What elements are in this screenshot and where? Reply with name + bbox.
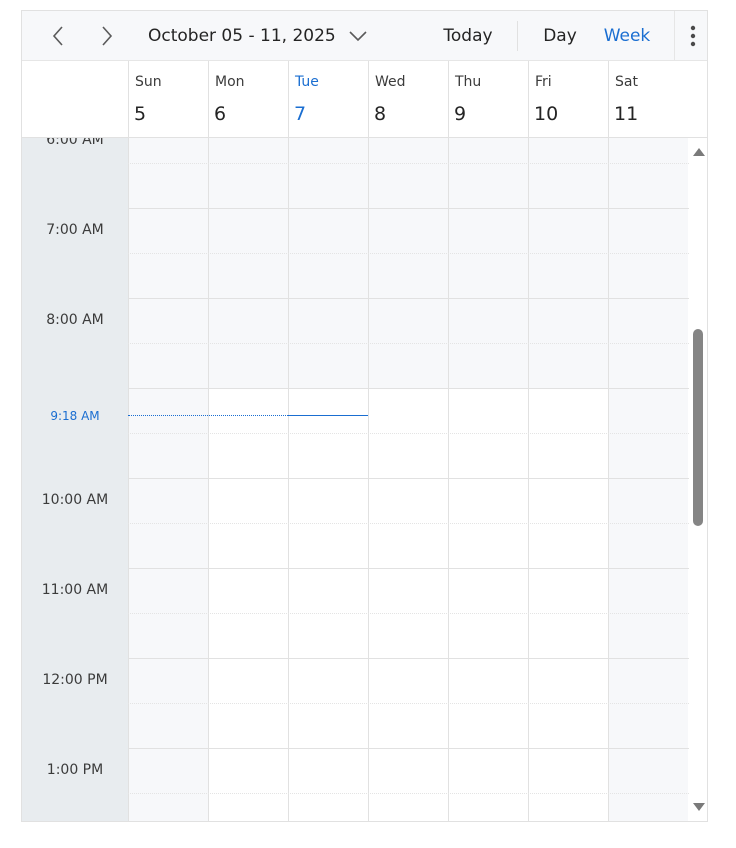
chevron-left-icon [52,26,63,46]
date-range-label: October 05 - 11, 2025 [148,26,336,46]
week-scheduler: October 05 - 11, 2025 Today Day Week Sun… [21,10,708,822]
hour-line [128,478,689,479]
day-number: 11 [614,103,639,125]
day-header-fri[interactable]: Fri 10 [528,61,608,137]
current-time-indicator-week [128,415,288,416]
day-column-fri[interactable] [528,138,608,821]
day-header-sun[interactable]: Sun 5 [128,61,208,137]
hour-line [128,208,689,209]
current-time-indicator-today [288,415,368,416]
half-hour-line [128,343,689,344]
vertical-scrollbar[interactable] [689,138,707,821]
scrollbar-thumb[interactable] [693,329,703,526]
current-time-label: 9:18 AM [50,409,100,423]
time-column: 6:00 AM 7:00 AM 8:00 AM 9:18 AM 10:00 AM… [22,138,128,821]
view-week-button[interactable]: Week [598,11,656,61]
half-hour-line [128,253,689,254]
day-number: 5 [134,103,147,125]
hour-line [128,748,689,749]
time-grid[interactable]: 6:00 AM 7:00 AM 8:00 AM 9:18 AM 10:00 AM… [22,138,689,821]
day-header-row: Sun 5 Mon 6 Tue 7 Wed 8 Thu 9 Fri 10 Sat… [22,61,689,138]
day-column-thu[interactable] [448,138,528,821]
date-range-picker[interactable]: October 05 - 11, 2025 [148,11,368,61]
day-column-wed[interactable] [368,138,448,821]
header-scroll-spacer [689,61,707,138]
time-label: 8:00 AM [46,312,104,328]
day-name: Fri [535,74,552,90]
time-label: 1:00 PM [46,762,104,778]
half-hour-line [128,703,689,704]
time-label: 6:00 AM [46,138,104,148]
day-name: Mon [215,74,245,90]
day-header-sat[interactable]: Sat 11 [608,61,688,137]
half-hour-line [128,613,689,614]
day-number: 9 [454,103,467,125]
day-number: 7 [294,103,307,125]
hour-line [128,658,689,659]
day-number: 6 [214,103,227,125]
day-number: 8 [374,103,387,125]
hour-line [128,298,689,299]
time-label: 10:00 AM [41,492,109,508]
view-day-button[interactable]: Day [534,11,586,61]
half-hour-line [128,793,689,794]
day-header-thu[interactable]: Thu 9 [448,61,528,137]
day-column-sat[interactable] [608,138,688,821]
next-week-button[interactable] [87,11,127,61]
half-hour-line [128,163,689,164]
scheduler-toolbar: October 05 - 11, 2025 Today Day Week [22,11,707,61]
more-vertical-icon [690,25,695,47]
chevron-right-icon [102,26,113,46]
time-label: 11:00 AM [41,582,109,598]
scroll-up-arrow-icon[interactable] [693,148,705,156]
day-number: 10 [534,103,559,125]
day-name: Tue [295,74,319,90]
more-options-button[interactable] [674,11,707,61]
day-column-mon[interactable] [208,138,288,821]
half-hour-line [128,433,689,434]
toolbar-divider [517,21,518,51]
day-header-mon[interactable]: Mon 6 [208,61,288,137]
chevron-down-icon [348,30,368,42]
day-name: Sun [135,74,162,90]
day-name: Sat [615,74,638,90]
time-label: 12:00 PM [42,672,108,688]
half-hour-line [128,523,689,524]
day-column-sun[interactable] [128,138,208,821]
hour-line [128,388,689,389]
day-column-tue[interactable] [288,138,368,821]
scroll-down-arrow-icon[interactable] [693,803,705,811]
hour-line [128,568,689,569]
time-label: 7:00 AM [46,222,104,238]
day-name: Thu [455,74,482,90]
day-header-tue[interactable]: Tue 7 [288,61,368,137]
today-button[interactable]: Today [433,11,503,61]
day-name: Wed [375,74,406,90]
day-header-wed[interactable]: Wed 8 [368,61,448,137]
previous-week-button[interactable] [38,11,78,61]
